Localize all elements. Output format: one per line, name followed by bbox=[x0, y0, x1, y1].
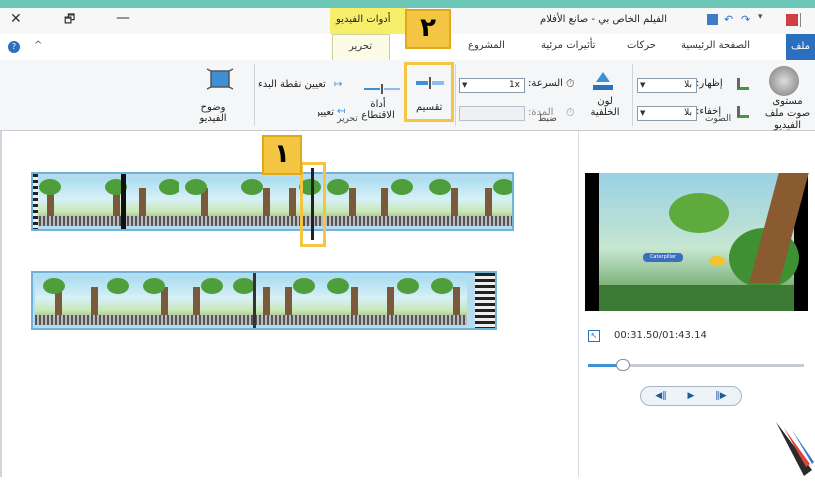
clip-frame bbox=[179, 276, 227, 325]
video-tools-label: أدوات الفيديو bbox=[336, 14, 391, 25]
app-icon bbox=[786, 14, 798, 26]
fade-out-icon bbox=[737, 106, 749, 118]
preview-leaf bbox=[669, 193, 729, 233]
duration-input[interactable] bbox=[459, 106, 525, 121]
chevron-down-icon: ▼ bbox=[640, 81, 646, 89]
help-icon[interactable]: ? bbox=[8, 41, 20, 53]
paint-bucket-icon[interactable] bbox=[590, 68, 616, 92]
speed-label: السرعة: bbox=[528, 78, 563, 89]
decorative-pencil-icon bbox=[772, 418, 815, 478]
clip-frame bbox=[83, 276, 131, 325]
fade-out-value: بلا bbox=[684, 108, 692, 118]
restore-button[interactable]: 🗗 bbox=[64, 10, 75, 31]
group-divider bbox=[455, 64, 456, 126]
close-button[interactable]: ✕ bbox=[10, 11, 22, 27]
clip-frame bbox=[35, 276, 83, 325]
fade-in-icon bbox=[737, 78, 749, 90]
seek-thumb[interactable] bbox=[615, 359, 630, 371]
preview-frame: Caterpillar bbox=[599, 173, 809, 311]
next-frame-icon[interactable]: ‖▶ bbox=[711, 388, 731, 404]
clip-boundary bbox=[253, 273, 256, 328]
fade-out-select[interactable]: ▼ بلا bbox=[637, 106, 697, 121]
tab-project[interactable]: المشروع bbox=[468, 40, 505, 51]
clip-frame bbox=[227, 177, 275, 226]
set-start-point-button[interactable]: تعيين نقطة البدء bbox=[258, 79, 326, 90]
set-start-point-icon: ↦ bbox=[334, 79, 343, 90]
audio-group-label: الصوت bbox=[705, 114, 732, 124]
preview-ground bbox=[599, 285, 794, 311]
playhead-highlight bbox=[300, 162, 326, 247]
left-edge bbox=[0, 131, 2, 477]
speed-select[interactable]: ▼ 1x bbox=[459, 78, 525, 93]
seek-track[interactable] bbox=[588, 359, 804, 371]
storyboard-clip-2[interactable] bbox=[31, 271, 497, 330]
video-tools-context-header: أدوات الفيديو bbox=[330, 8, 408, 34]
window-title: الفيلم الخاص بي - صانع الأفلام bbox=[540, 14, 667, 25]
video-stabilization-button[interactable]: وضوح الفيديو bbox=[192, 102, 234, 124]
trim-tool-button[interactable]: أداة الاقتطاع bbox=[356, 99, 400, 121]
save-icon[interactable] bbox=[707, 14, 718, 25]
fade-in-select[interactable]: ▼ بلا bbox=[637, 78, 697, 93]
set-end-point-button[interactable]: تعيين نقطة النهاية bbox=[318, 107, 334, 118]
clip-frame bbox=[419, 276, 467, 325]
quick-access-dropdown-icon[interactable]: ▾ bbox=[758, 12, 763, 22]
fade-in-label: إظهار: bbox=[696, 78, 723, 89]
editing-group-label: تحرير bbox=[337, 114, 358, 124]
speaker-icon[interactable] bbox=[769, 66, 799, 96]
clip-boundary bbox=[121, 174, 126, 229]
minimize-button[interactable]: — bbox=[116, 10, 130, 26]
fullscreen-icon[interactable]: ↖ bbox=[588, 330, 600, 342]
tab-animations[interactable]: حركات bbox=[627, 40, 656, 51]
background-color-button[interactable]: لون الخلفية bbox=[590, 96, 620, 118]
preview-badge: Caterpillar bbox=[643, 253, 683, 262]
tab-home[interactable]: الصفحة الرئيسية bbox=[681, 40, 750, 51]
storyboard-clip-1[interactable] bbox=[31, 172, 514, 231]
split-highlight bbox=[404, 62, 454, 122]
clip-frame bbox=[179, 177, 227, 226]
chevron-down-icon: ▼ bbox=[462, 81, 468, 89]
clip-frame bbox=[131, 276, 179, 325]
undo-icon[interactable]: ↶ bbox=[724, 13, 733, 26]
set-end-point-icon bbox=[364, 79, 404, 94]
previous-frame-icon[interactable]: ◀‖ bbox=[651, 388, 671, 404]
clip-frame bbox=[419, 177, 467, 226]
video-stabilization-icon[interactable] bbox=[205, 65, 235, 93]
redo-icon[interactable]: ↷ bbox=[741, 13, 750, 26]
clip-frame bbox=[275, 276, 323, 325]
tab-visual-effects[interactable]: تأثيرات مرئية bbox=[541, 40, 596, 51]
chevron-down-icon: ▼ bbox=[640, 109, 646, 117]
collapse-ribbon-icon[interactable]: ^ bbox=[34, 40, 42, 51]
title-divider bbox=[800, 13, 801, 27]
clip-frame bbox=[323, 177, 371, 226]
pane-divider bbox=[578, 131, 579, 477]
timecode: 00:31.50/01:43.14 bbox=[614, 330, 707, 341]
preview-bee bbox=[709, 256, 725, 266]
clip-frame bbox=[131, 177, 181, 226]
tab-edit[interactable]: تحرير bbox=[332, 34, 390, 60]
clip-frame bbox=[227, 276, 275, 325]
duration-icon: ⏱ bbox=[566, 106, 575, 119]
decorative-top-strip bbox=[0, 0, 815, 8]
play-icon[interactable]: ▶ bbox=[681, 388, 701, 404]
film-sprocket bbox=[475, 273, 495, 328]
preview-monitor: Caterpillar bbox=[585, 173, 809, 311]
fade-in-value: بلا bbox=[684, 80, 692, 90]
clip-frame bbox=[371, 276, 419, 325]
clip-frame bbox=[323, 276, 371, 325]
film-sprocket bbox=[33, 174, 38, 229]
tab-edit-label: تحرير bbox=[349, 41, 373, 52]
group-divider bbox=[632, 64, 633, 126]
clip-frame bbox=[35, 177, 83, 226]
clip-frame bbox=[371, 177, 419, 226]
clip-frame bbox=[467, 177, 512, 226]
callout-1: ١ bbox=[262, 135, 302, 175]
speed-value: 1x bbox=[508, 80, 520, 90]
speed-icon: ⏱ bbox=[566, 77, 575, 90]
tab-file[interactable]: ملف bbox=[786, 34, 815, 60]
playback-controls: ◀‖ ▶ ‖▶ bbox=[640, 386, 742, 406]
group-divider bbox=[254, 64, 255, 126]
video-volume-label[interactable]: مستوى صوت ملف الفيديو bbox=[760, 96, 815, 132]
callout-2: ٢ bbox=[405, 9, 451, 49]
adjust-group-label: ضبط bbox=[538, 114, 557, 124]
